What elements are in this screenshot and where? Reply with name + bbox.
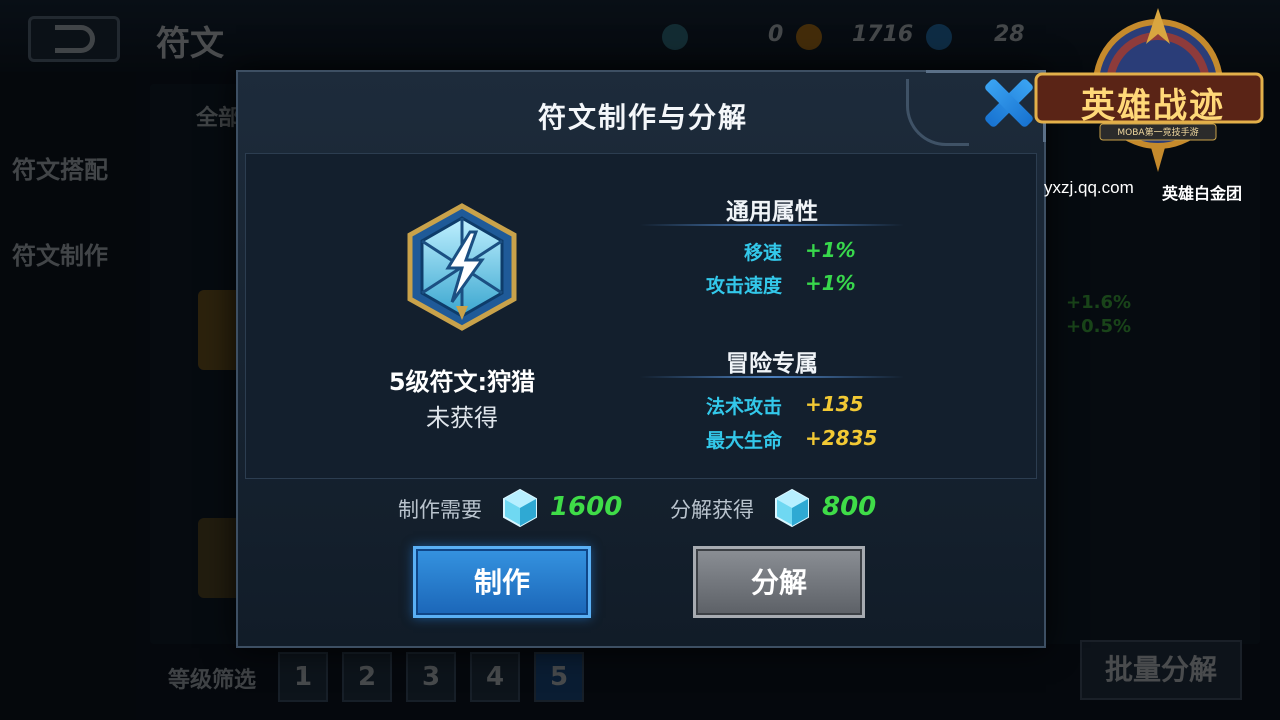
attr-name: 法术攻击 <box>705 396 782 418</box>
logo-subtitle: MOBA第一竞技手游 <box>1117 128 1199 138</box>
section-divider <box>640 376 904 378</box>
level-filter-label: 等级筛选 <box>168 668 257 693</box>
batch-split-button[interactable]: 批量分解 <box>1080 640 1242 700</box>
attr-value: +2835 <box>805 426 878 450</box>
make-cost-label: 制作需要 <box>398 498 482 522</box>
lightning-rune-icon <box>407 203 517 331</box>
make-cost-value: 1600 <box>550 492 623 522</box>
adventure-attrs-title: 冒险专属 <box>726 351 818 377</box>
gold-coin-icon <box>796 24 822 50</box>
split-gain-value: 800 <box>822 492 877 522</box>
tab-all[interactable]: 全部 <box>196 100 240 132</box>
section-divider <box>640 224 904 226</box>
gold-count: 0 <box>768 22 784 47</box>
dialog-title: 符文制作与分解 <box>537 101 748 134</box>
split-gain-label: 分解获得 <box>670 498 754 522</box>
crystal-icon <box>503 488 537 528</box>
sidebar-item-rune-set[interactable]: 符文搭配 <box>12 150 108 185</box>
level-filter-1[interactable]: 1 <box>278 652 328 702</box>
page-title: 符文 <box>156 24 224 64</box>
attr-name: 攻击速度 <box>705 275 782 297</box>
level-filter-4[interactable]: 4 <box>470 652 520 702</box>
watermark-url: yxzj.qq.com <box>1044 178 1134 197</box>
crystal-count: 28 <box>994 22 1025 47</box>
split-button[interactable]: 分解 <box>693 546 865 618</box>
crystal-icon <box>662 24 688 50</box>
attr-name: 移速 <box>743 242 782 264</box>
diamond-count: 1716 <box>852 22 914 47</box>
level-filter-2[interactable]: 2 <box>342 652 392 702</box>
make-button[interactable]: 制作 <box>413 546 591 618</box>
sidebar: 符文搭配 符文制作 <box>0 72 136 720</box>
watermark-team: 英雄白金团 <box>1162 184 1243 203</box>
close-button[interactable] <box>980 76 1035 130</box>
attr-value: +135 <box>805 392 864 416</box>
level-filter-3[interactable]: 3 <box>406 652 456 702</box>
crystal-icon <box>775 488 809 528</box>
logo-text: 英雄战迹 <box>1081 86 1225 126</box>
rune-name: 5级符文:狩猎 <box>388 368 536 396</box>
general-attrs-title: 通用属性 <box>726 199 818 225</box>
sidebar-item-rune-craft[interactable]: 符文制作 <box>12 236 108 271</box>
back-button[interactable] <box>28 16 120 62</box>
attr-name: 最大生命 <box>705 430 782 452</box>
level-filter-5[interactable]: 5 <box>534 652 584 702</box>
diamond-icon <box>926 24 952 50</box>
attr-value: +1% <box>805 271 856 295</box>
stat-text: +1.6% <box>1066 292 1132 313</box>
back-icon <box>55 25 95 53</box>
rune-status: 未获得 <box>426 404 498 432</box>
stat-text: +0.5% <box>1066 316 1132 337</box>
attr-value: +1% <box>805 238 856 262</box>
